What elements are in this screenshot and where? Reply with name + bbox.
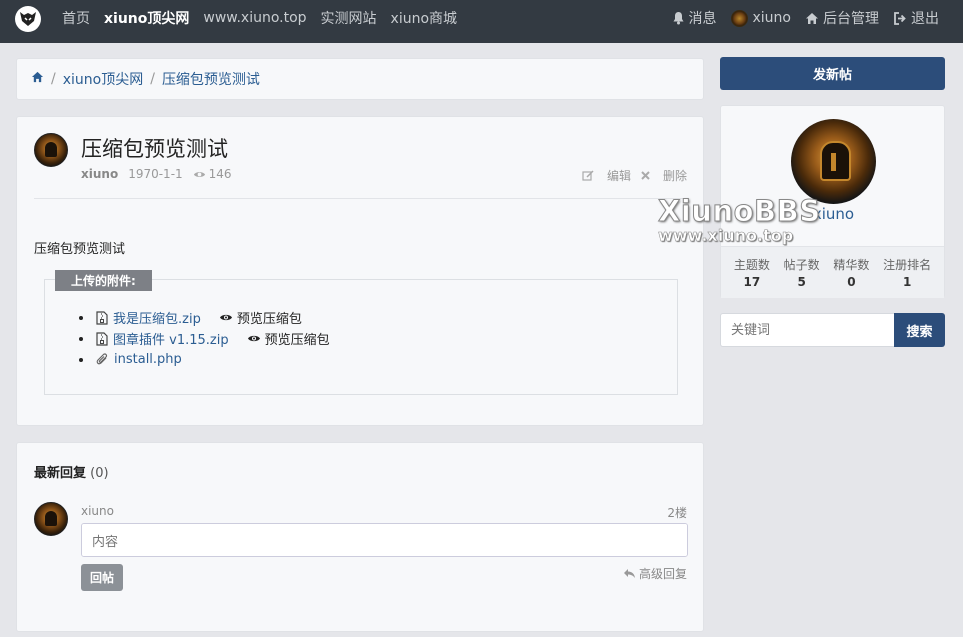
eye-icon: [193, 171, 205, 177]
eye-icon: [247, 335, 260, 342]
search-form: 搜索: [720, 313, 945, 347]
replies-heading: 最新回复 (0): [34, 462, 109, 481]
sidebar-username[interactable]: xiuno: [721, 205, 946, 223]
post-body: 压缩包预览测试: [34, 242, 126, 257]
home-icon: [31, 71, 44, 83]
reply-card: 最新回复 (0) xiuno 2楼 回帖 高级回复: [16, 442, 704, 632]
paperclip-icon: [96, 353, 108, 365]
eye-icon: [219, 314, 232, 321]
stat-digest: 精华数 0: [833, 247, 869, 298]
attachment-item: 我是压缩包.zip 预览压缩包: [79, 307, 330, 328]
delete-button[interactable]: 删除: [641, 167, 687, 184]
breadcrumb-home[interactable]: [31, 71, 44, 87]
attachment-link[interactable]: 我是压缩包.zip: [96, 308, 201, 327]
attachments-list: 我是压缩包.zip 预览压缩包 图章插件 v1.15.zip 预览压缩包 ins…: [79, 307, 330, 370]
preview-zip-button[interactable]: 预览压缩包: [219, 308, 302, 327]
post-views: 146: [208, 167, 232, 181]
stat-rank: 注册排名 1: [883, 247, 931, 298]
post-title: 压缩包预览测试: [81, 137, 228, 161]
author-avatar[interactable]: [34, 133, 68, 167]
stat-label: 精华数: [833, 258, 870, 272]
messages-label: 消息: [688, 11, 717, 27]
user-avatar-large[interactable]: [791, 119, 876, 204]
nav-messages[interactable]: 消息: [672, 8, 717, 28]
sign-out-icon: [894, 11, 906, 25]
user-stats: 主题数 17 帖子数 5 精华数 0 注册排名 1: [721, 246, 944, 298]
home-icon: [806, 12, 818, 24]
stat-label: 帖子数: [783, 258, 820, 272]
replies-count: (0): [90, 466, 109, 481]
search-button[interactable]: 搜索: [894, 313, 945, 347]
edit-icon: [582, 170, 594, 181]
user-avatar: [730, 9, 748, 27]
stat-value: 5: [797, 275, 806, 289]
nav-test-site[interactable]: 实测网站: [321, 8, 377, 28]
breadcrumb-separator: /: [150, 71, 155, 87]
stat-value: 0: [847, 275, 856, 289]
preview-label: 预览压缩包: [236, 312, 302, 327]
reply-username: xiuno: [81, 504, 114, 518]
breadcrumb-forum[interactable]: xiuno顶尖网: [63, 69, 144, 89]
reply-textarea[interactable]: [81, 523, 688, 557]
stat-label: 主题数: [733, 258, 770, 272]
stat-value: 1: [902, 275, 912, 289]
nav-xiuno-forum[interactable]: xiuno顶尖网: [104, 8, 189, 28]
post-divider: [34, 198, 686, 199]
search-input[interactable]: [720, 313, 894, 347]
reply-avatar[interactable]: [34, 502, 68, 536]
attachment-item: install.php: [79, 349, 330, 370]
attachment-item: 图章插件 v1.15.zip 预览压缩包: [79, 328, 330, 349]
stat-threads: 主题数 17: [734, 247, 770, 298]
nav-admin[interactable]: 后台管理: [805, 8, 879, 28]
post-date: 1970-1-1: [128, 167, 183, 181]
breadcrumb-separator: /: [51, 71, 56, 87]
nav-username: xiuno: [752, 10, 792, 26]
nav-logout[interactable]: 退出: [893, 8, 939, 28]
zip-file-icon: [96, 310, 108, 325]
post-author[interactable]: xiuno: [81, 167, 118, 181]
advanced-reply-label: 高级回复: [638, 567, 687, 581]
reply-floor: 2楼: [667, 506, 687, 520]
stat-posts: 帖子数 5: [784, 247, 820, 298]
breadcrumb-thread[interactable]: 压缩包预览测试: [162, 69, 260, 89]
edit-label: 编辑: [606, 169, 631, 183]
bell-icon: [673, 12, 683, 25]
reply-submit-button[interactable]: 回帖: [81, 564, 123, 591]
post-actions: 编辑 删除: [572, 167, 687, 184]
nav-xiuno-site[interactable]: www.xiuno.top: [203, 10, 306, 26]
site-logo[interactable]: [15, 6, 41, 32]
attachment-name: install.php: [114, 352, 182, 367]
attachments-legend: 上传的附件:: [55, 270, 152, 291]
breadcrumb: / xiuno顶尖网 / 压缩包预览测试: [16, 58, 704, 100]
stat-value: 17: [743, 275, 761, 289]
nav-home[interactable]: 首页: [62, 8, 90, 28]
nav-xiuno-shop[interactable]: xiuno商城: [391, 8, 458, 28]
admin-label: 后台管理: [823, 11, 879, 27]
attachment-name: 我是压缩包.zip: [113, 312, 201, 327]
user-card: xiuno 主题数 17 帖子数 5 精华数 0 注册排名 1: [720, 105, 945, 298]
attachment-link[interactable]: 图章插件 v1.15.zip: [96, 329, 229, 348]
attachment-link[interactable]: install.php: [96, 352, 182, 367]
edit-button[interactable]: 编辑: [582, 167, 631, 184]
stat-label: 注册排名: [883, 258, 932, 272]
post-card: 压缩包预览测试 xiuno 1970-1-1 146 编辑 删除 压缩包预览测试…: [16, 116, 704, 426]
post-meta: xiuno 1970-1-1 146: [81, 167, 232, 181]
preview-label: 预览压缩包: [264, 333, 330, 348]
preview-zip-button[interactable]: 预览压缩包: [247, 329, 330, 348]
new-thread-button[interactable]: 发新帖: [720, 57, 945, 90]
delete-label: 删除: [662, 169, 687, 183]
nav-user[interactable]: xiuno: [730, 9, 792, 27]
attachment-name: 图章插件 v1.15.zip: [113, 333, 229, 348]
attachments-box: 上传的附件: 我是压缩包.zip 预览压缩包 图章插件 v1.15.zip 预览…: [44, 270, 678, 395]
top-navbar: 首页 xiuno顶尖网 www.xiuno.top 实测网站 xiuno商城 消…: [0, 0, 963, 43]
replies-title: 最新回复: [34, 466, 87, 481]
advanced-reply-link[interactable]: 高级回复: [623, 565, 687, 582]
close-icon: [641, 171, 650, 180]
reply-icon: [623, 569, 635, 578]
zip-file-icon: [96, 331, 108, 346]
logout-label: 退出: [911, 11, 939, 27]
